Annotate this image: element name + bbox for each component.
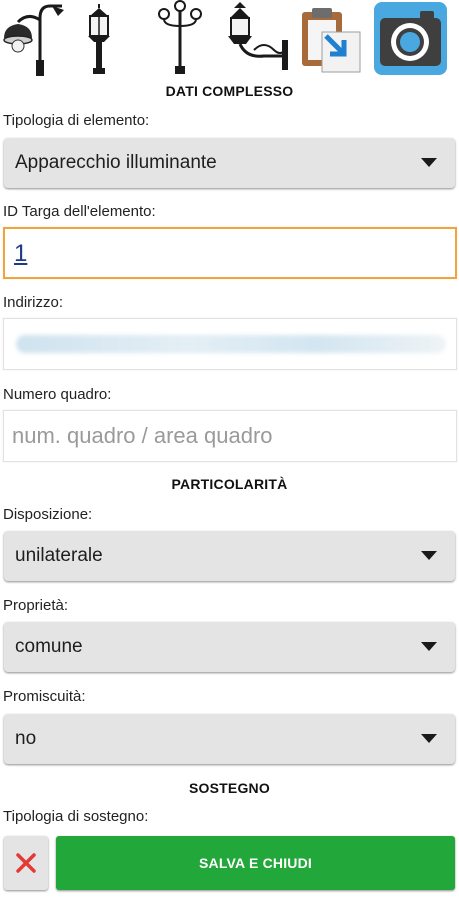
- cancel-button[interactable]: [4, 836, 48, 890]
- close-icon: [16, 853, 36, 873]
- ownership-value: comune: [15, 636, 83, 657]
- element-id-value: 1: [14, 240, 28, 267]
- dropdown-arrow-icon: [421, 551, 437, 560]
- support-type-label: Tipologia di sostegno:: [3, 808, 149, 825]
- support-section-title: SOSTEGNO: [189, 780, 270, 796]
- element-type-value: Apparecchio illuminante: [15, 152, 217, 173]
- element-id-label: ID Targa dell'elemento:: [3, 203, 156, 220]
- ownership-select[interactable]: comune: [4, 622, 455, 672]
- element-type-label: Tipologia di elemento:: [3, 112, 150, 129]
- address-redacted: [16, 335, 446, 353]
- element-type-select[interactable]: Apparecchio illuminante: [4, 138, 455, 188]
- wall-lamp-icon[interactable]: [220, 0, 290, 76]
- quadro-number-field[interactable]: [3, 410, 457, 462]
- lantern-lamp-icon[interactable]: [82, 2, 116, 76]
- promiscuity-value: no: [15, 728, 37, 749]
- quadro-number-label: Numero quadro:: [3, 386, 112, 403]
- address-label: Indirizzo:: [3, 294, 64, 311]
- disposition-value: unilaterale: [15, 545, 103, 566]
- camera-icon[interactable]: [374, 2, 447, 75]
- complex-section-title: DATI COMPLESSO: [165, 83, 294, 99]
- save-and-close-button[interactable]: SALVA E CHIUDI: [56, 836, 455, 890]
- particularity-section-title: PARTICOLARITÀ: [171, 476, 288, 492]
- disposition-label: Disposizione:: [3, 506, 93, 523]
- dropdown-arrow-icon: [421, 642, 437, 651]
- paste-icon[interactable]: [300, 6, 362, 74]
- candelabra-lamp-icon[interactable]: [158, 0, 202, 76]
- quadro-number-input[interactable]: [4, 411, 456, 461]
- promiscuity-label: Promiscuità:: [3, 688, 86, 705]
- dropdown-arrow-icon: [421, 158, 437, 167]
- action-bar: SALVA E CHIUDI: [0, 830, 459, 900]
- ownership-label: Proprietà:: [3, 597, 69, 614]
- promiscuity-select[interactable]: no: [4, 714, 455, 764]
- dropdown-arrow-icon: [421, 734, 437, 743]
- icon-toolbar: [0, 0, 459, 80]
- address-input[interactable]: [3, 318, 457, 370]
- street-lamp-icon[interactable]: [0, 0, 66, 76]
- element-id-input[interactable]: 1: [3, 227, 457, 279]
- disposition-select[interactable]: unilaterale: [4, 531, 455, 581]
